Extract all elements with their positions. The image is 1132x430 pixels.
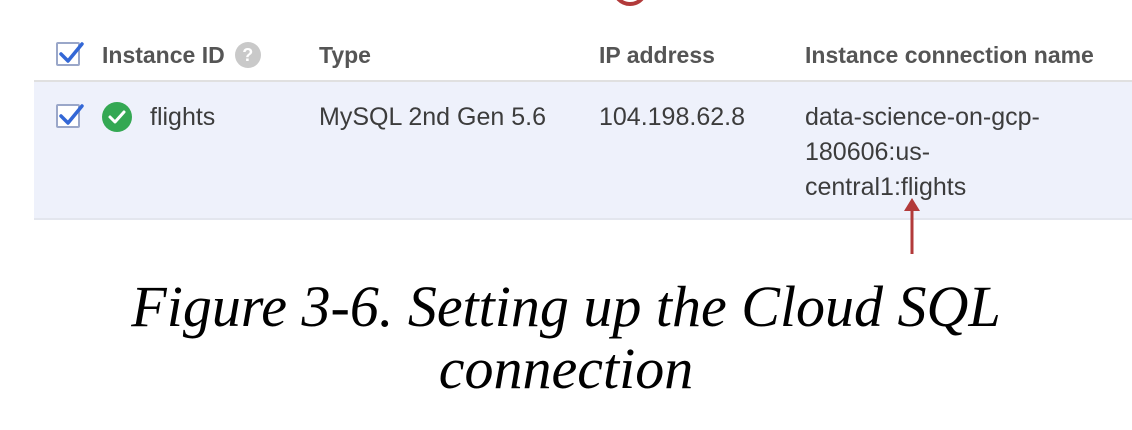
- check-circle-icon: [102, 102, 132, 132]
- instance-ip-address: 104.198.62.8: [599, 103, 745, 131]
- figure-page: Instance ID? Type IP address Instance co…: [0, 0, 1132, 430]
- column-header-ip-address[interactable]: IP address: [599, 42, 715, 69]
- checkmark-icon: [59, 42, 84, 63]
- select-all-checkbox[interactable]: [56, 42, 84, 66]
- column-header-connection-name[interactable]: Instance connection name: [805, 42, 1094, 69]
- instance-type: MySQL 2nd Gen 5.6: [319, 103, 546, 131]
- table-row[interactable]: flights MySQL 2nd Gen 5.6 104.198.62.8 d…: [34, 82, 1132, 220]
- table-header-row: Instance ID? Type IP address Instance co…: [34, 28, 1132, 82]
- annotation-circle: [612, 0, 648, 6]
- checkmark-icon: [59, 104, 84, 125]
- connection-name-line: data-science-on-gcp-: [805, 103, 1040, 131]
- caption-line: Figure 3-6. Setting up the Cloud SQL: [131, 274, 1001, 339]
- row-select-checkbox[interactable]: [56, 104, 84, 128]
- instances-table: Instance ID? Type IP address Instance co…: [34, 28, 1132, 220]
- caption-line: connection: [438, 336, 694, 401]
- column-header-instance-id[interactable]: Instance ID?: [102, 41, 261, 70]
- instance-id-link[interactable]: flights: [150, 100, 215, 135]
- figure-caption: Figure 3-6. Setting up the Cloud SQL con…: [0, 276, 1132, 400]
- column-header-type[interactable]: Type: [319, 42, 371, 69]
- arrow-up-icon: [904, 198, 920, 254]
- help-icon[interactable]: ?: [234, 41, 261, 68]
- instance-connection-name: data-science-on-gcp- 180606:us- central1…: [805, 100, 1040, 205]
- connection-name-line: 180606:us-: [805, 138, 931, 166]
